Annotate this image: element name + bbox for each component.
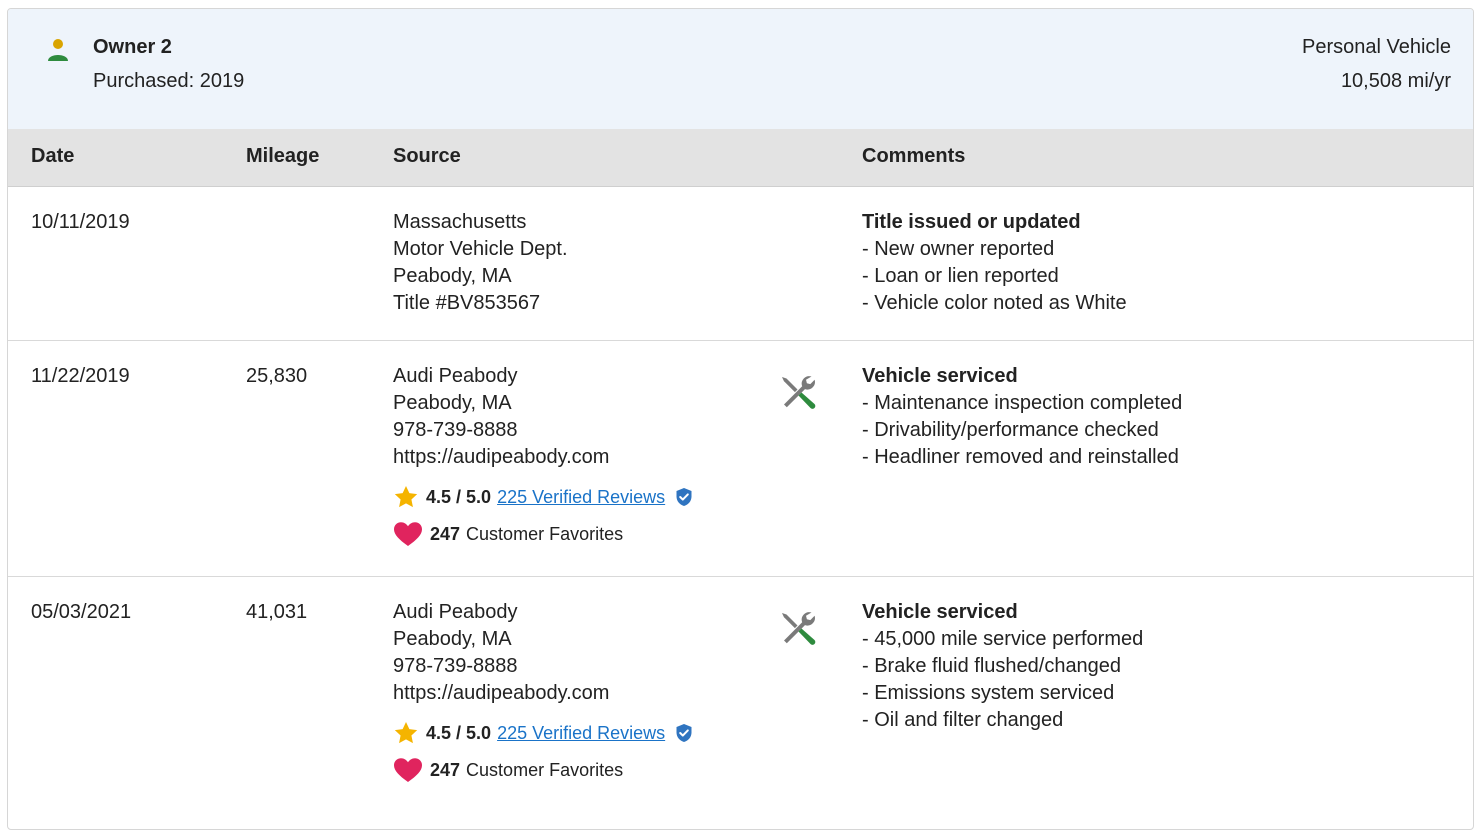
- wrench-screwdriver-icon: [782, 612, 816, 645]
- source-line: Audi Peabody: [393, 365, 518, 387]
- source-line: https://audipeabody.com: [393, 446, 610, 468]
- verified-reviews-link[interactable]: 225 Verified Reviews: [497, 487, 665, 508]
- vehicle-use-type: Personal Vehicle: [1302, 36, 1451, 58]
- dealer-rating: 4.5 / 5.0 225 Verified Reviews: [393, 720, 700, 746]
- comment-title: Vehicle serviced: [862, 365, 1018, 387]
- person-icon: [48, 39, 68, 61]
- customer-favorites: 247 Customer Favorites: [393, 757, 623, 783]
- source-line: https://audipeabody.com: [393, 682, 610, 704]
- source-line: 978-739-8888: [393, 655, 518, 677]
- record-mileage: 41,031: [246, 601, 308, 623]
- comment-line: - Brake fluid flushed/changed: [862, 655, 1122, 677]
- source-line: Title #BV853567: [393, 292, 541, 314]
- record-date: 05/03/2021: [31, 601, 132, 623]
- miles-per-year: 10,508 mi/yr: [1340, 70, 1451, 92]
- column-header-mileage: Mileage: [246, 145, 320, 167]
- comment-title: Vehicle serviced: [862, 601, 1018, 623]
- record-source: Massachusetts Motor Vehicle Dept. Peabod…: [393, 209, 568, 317]
- favorites-label: Customer Favorites: [466, 523, 624, 544]
- verified-reviews-link[interactable]: 225 Verified Reviews: [497, 723, 665, 744]
- heart-icon: [394, 522, 422, 546]
- source-line: Massachusetts: [393, 211, 527, 233]
- heart-icon: [394, 758, 422, 782]
- customer-favorites: 247 Customer Favorites: [393, 521, 623, 547]
- comment-line: - Vehicle color noted as White: [862, 292, 1127, 314]
- comment-line: - New owner reported: [862, 238, 1055, 260]
- source-line: Peabody, MA: [393, 628, 512, 650]
- owner-history-card: Owner 2 Purchased: 2019 Personal Vehicle…: [7, 8, 1474, 830]
- source-line: 978-739-8888: [393, 419, 518, 441]
- record-source: Audi Peabody Peabody, MA 978-739-8888 ht…: [393, 599, 609, 707]
- verified-shield-icon: [676, 488, 692, 506]
- rating-score: 4.5 / 5.0: [426, 486, 492, 507]
- favorites-count: 247: [430, 759, 461, 780]
- record-date: 10/11/2019: [31, 211, 130, 233]
- table-row: 05/03/2021 41,031 Audi Peabody Peabody, …: [8, 577, 1473, 829]
- favorites-label: Customer Favorites: [466, 759, 624, 780]
- record-source: Audi Peabody Peabody, MA 978-739-8888 ht…: [393, 363, 609, 471]
- record-comments: Title issued or updated - New owner repo…: [862, 209, 1127, 317]
- favorites-count: 247: [430, 523, 461, 544]
- comment-line: - 45,000 mile service performed: [862, 628, 1144, 650]
- comment-line: - Maintenance inspection completed: [862, 392, 1183, 414]
- owner-name: Owner 2: [93, 36, 172, 58]
- source-line: Audi Peabody: [393, 601, 518, 623]
- dealer-rating: 4.5 / 5.0 225 Verified Reviews: [393, 484, 700, 510]
- verified-shield-icon: [676, 724, 692, 742]
- comment-line: - Loan or lien reported: [862, 265, 1059, 287]
- source-line: Peabody, MA: [393, 392, 512, 414]
- record-date: 11/22/2019: [31, 365, 130, 387]
- owner-header: Owner 2 Purchased: 2019 Personal Vehicle…: [8, 9, 1473, 130]
- wrench-screwdriver-icon: [782, 376, 816, 409]
- source-line: Peabody, MA: [393, 265, 512, 287]
- comment-line: - Oil and filter changed: [862, 709, 1064, 731]
- table-header: Date Mileage Source Comments: [8, 129, 1473, 187]
- record-mileage: 25,830: [246, 365, 308, 387]
- comment-line: - Emissions system serviced: [862, 682, 1115, 704]
- rating-score: 4.5 / 5.0: [426, 722, 492, 743]
- comment-line: - Headliner removed and reinstalled: [862, 446, 1179, 468]
- column-header-date: Date: [31, 145, 75, 167]
- table-row: 11/22/2019 25,830 Audi Peabody Peabody, …: [8, 341, 1473, 577]
- source-line: Motor Vehicle Dept.: [393, 238, 568, 260]
- owner-purchased: Purchased: 2019: [93, 70, 245, 92]
- comment-title: Title issued or updated: [862, 211, 1081, 233]
- comment-line: - Drivability/performance checked: [862, 419, 1159, 441]
- table-row: 10/11/2019 Massachusetts Motor Vehicle D…: [8, 187, 1473, 341]
- record-comments: Vehicle serviced - 45,000 mile service p…: [862, 599, 1143, 734]
- star-icon: [394, 485, 418, 508]
- star-icon: [394, 721, 418, 744]
- column-header-source: Source: [393, 145, 461, 167]
- column-header-comments: Comments: [862, 145, 966, 167]
- record-comments: Vehicle serviced - Maintenance inspectio…: [862, 363, 1182, 471]
